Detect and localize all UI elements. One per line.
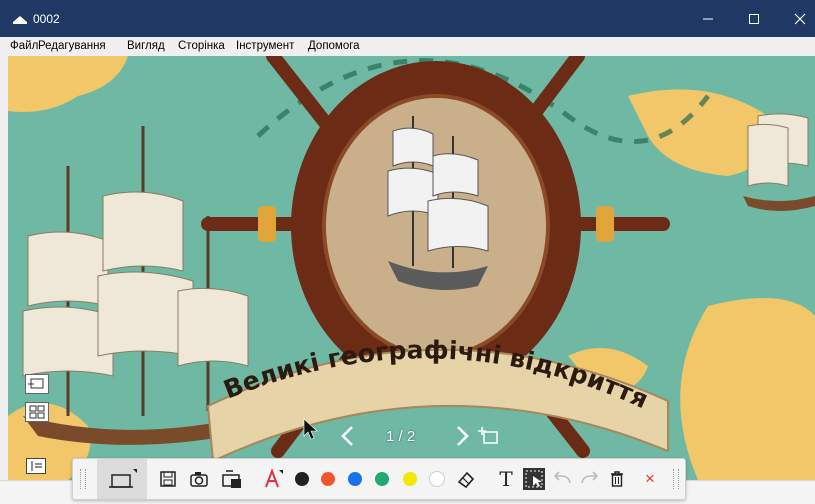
capture-icon [222, 470, 241, 488]
color-swatch-yellow [403, 472, 417, 486]
chevron-left-icon [341, 426, 353, 446]
eraser-icon [457, 471, 475, 489]
page-indicator: 1 / 2 [386, 428, 416, 445]
board-icon [109, 469, 137, 488]
maximize-button[interactable] [731, 0, 777, 37]
sidebar-toggle-button[interactable] [26, 458, 46, 474]
color-black-button[interactable] [291, 459, 313, 499]
title-bar: 0002 [0, 0, 815, 37]
sidebar-icon [31, 461, 42, 471]
color-swatch-red [321, 472, 335, 486]
eraser-button[interactable] [453, 459, 479, 499]
menu-bar: Файл Редагування Вигляд Сторінка Інструм… [0, 37, 815, 56]
land-bottom-right [680, 298, 815, 480]
window-title: 0002 [33, 12, 60, 26]
menu-edit[interactable]: Редагування [38, 40, 106, 52]
save-button[interactable] [155, 459, 181, 499]
menu-view[interactable]: Вигляд [127, 40, 165, 52]
color-swatch-blue [348, 472, 362, 486]
close-icon [794, 13, 806, 24]
maximize-icon [749, 13, 759, 24]
undo-button[interactable] [551, 459, 575, 499]
grid-icon [29, 405, 45, 419]
color-swatch-green [375, 472, 389, 486]
insert-page-button[interactable] [25, 374, 49, 394]
chevron-right-icon [457, 426, 469, 446]
color-green-button[interactable] [371, 459, 393, 499]
drawing-toolbar: T × [72, 458, 686, 500]
presentation-mode-button[interactable] [97, 459, 147, 499]
insert-page-icon [28, 378, 44, 389]
add-page-button[interactable] [478, 426, 500, 446]
menu-file[interactable]: Файл [10, 40, 38, 52]
minimize-button[interactable] [685, 0, 731, 37]
camera-icon [190, 472, 208, 487]
undo-icon [553, 471, 571, 484]
color-swatch-black [295, 472, 309, 486]
save-icon [160, 471, 176, 487]
screenshot-button[interactable] [185, 459, 213, 499]
select-tool-button[interactable] [521, 459, 547, 499]
close-toolbar-button[interactable]: × [639, 459, 661, 499]
add-page-icon [478, 427, 498, 444]
pen-style-button[interactable] [259, 459, 287, 499]
app-icon [13, 16, 27, 24]
trash-icon [611, 471, 623, 487]
color-red-button[interactable] [317, 459, 339, 499]
menu-help[interactable]: Допомога [308, 40, 360, 52]
delete-button[interactable] [605, 459, 629, 499]
screen-capture-button[interactable] [218, 459, 246, 499]
toolbar-grip-right[interactable] [673, 469, 679, 489]
color-swatch-white [429, 471, 445, 487]
menu-tools[interactable]: Інструмент [236, 40, 294, 52]
slide-canvas[interactable]: Великі географічні відкриття [8, 56, 815, 480]
redo-button[interactable] [577, 459, 601, 499]
redo-icon [581, 471, 599, 484]
next-page-button[interactable] [452, 424, 472, 448]
pen-icon [265, 468, 283, 488]
toolbar-grip-left[interactable] [80, 469, 86, 489]
color-blue-button[interactable] [344, 459, 366, 499]
menu-page[interactable]: Сторінка [178, 40, 225, 52]
color-white-button[interactable] [426, 459, 448, 499]
color-yellow-button[interactable] [399, 459, 421, 499]
page-grid-button[interactable] [25, 402, 49, 422]
prev-page-button[interactable] [338, 424, 358, 448]
text-tool-button[interactable]: T [493, 459, 519, 499]
slide-illustration: Великі географічні відкриття [8, 56, 815, 480]
close-window-button[interactable] [777, 0, 815, 37]
minimize-icon [703, 18, 713, 19]
select-icon [523, 468, 545, 490]
